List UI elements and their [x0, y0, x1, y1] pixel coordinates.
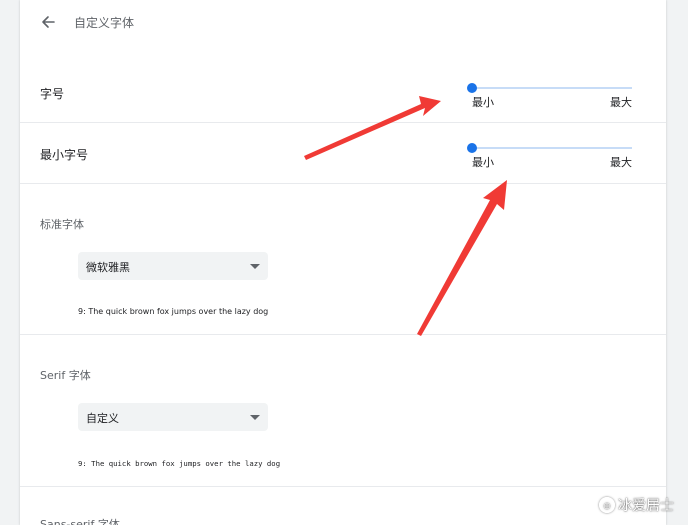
page-title: 自定义字体 [74, 16, 135, 30]
font-size-slider[interactable]: 最小 最大 [467, 80, 632, 116]
slider-min-label: 最小 [472, 96, 494, 109]
serif-font-selected: 自定义 [86, 412, 119, 425]
arrow-left-icon [42, 16, 55, 28]
back-button[interactable] [38, 12, 58, 32]
slider-max-label: 最大 [610, 156, 632, 169]
min-font-size-row: 最小字号 最小 最大 [20, 123, 666, 183]
font-size-label: 字号 [40, 87, 65, 101]
divider [20, 334, 666, 335]
min-font-size-slider[interactable]: 最小 最大 [467, 140, 632, 176]
settings-card: 自定义字体 字号 最小 最大 最小字号 最小 最大 标准字体 微软雅黑 9: T… [20, 0, 666, 525]
slider-thumb[interactable] [467, 143, 477, 153]
page-header: 自定义字体 [20, 0, 666, 44]
min-font-size-label: 最小字号 [40, 148, 89, 162]
sans-serif-font-title: Sans-serif 字体 [40, 518, 120, 525]
slider-max-label: 最大 [610, 96, 632, 109]
divider [20, 486, 666, 487]
caret-down-icon [250, 264, 260, 269]
standard-font-sample: 9: The quick brown fox jumps over the la… [78, 307, 269, 316]
standard-font-select[interactable]: 微软雅黑 [78, 252, 268, 280]
serif-font-sample: 9: The quick brown fox jumps over the la… [78, 459, 281, 468]
divider [20, 183, 666, 184]
slider-thumb[interactable] [467, 83, 477, 93]
slider-min-label: 最小 [472, 156, 494, 169]
watermark: ◎ 冰爱居士 [599, 495, 674, 515]
caret-down-icon [250, 415, 260, 420]
standard-font-title: 标准字体 [40, 218, 84, 231]
serif-font-title: Serif 字体 [40, 369, 91, 382]
serif-font-select[interactable]: 自定义 [78, 403, 268, 431]
slider-track[interactable] [472, 87, 632, 89]
slider-track[interactable] [472, 147, 632, 149]
font-size-row: 字号 最小 最大 [20, 62, 666, 122]
watermark-logo-icon: ◎ [599, 497, 615, 513]
standard-font-selected: 微软雅黑 [86, 261, 130, 274]
watermark-text: 冰爱居士 [618, 498, 674, 514]
